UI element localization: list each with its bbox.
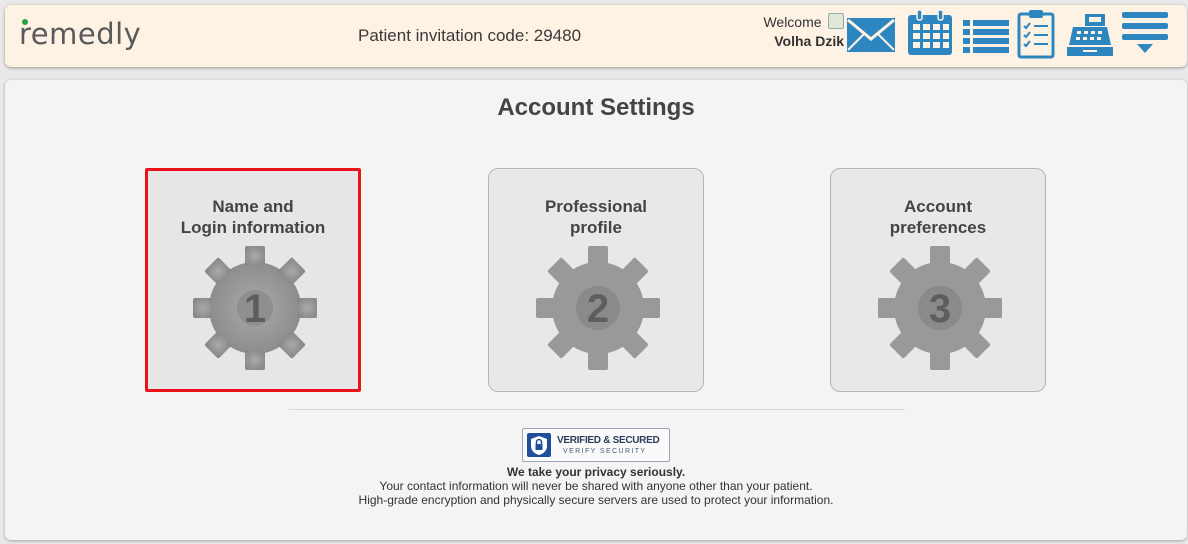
list-icon[interactable] [963,19,1009,55]
user-name: Volha Dzik [774,33,844,49]
badge-sub-text: VERIFY SECURITY [563,448,647,455]
gear-icon: 3 [875,243,1005,378]
privacy-line2: High-grade encryption and physically sec… [358,493,834,507]
menu-icon[interactable] [1122,11,1168,55]
cash-register-icon[interactable] [1065,13,1115,57]
welcome-label: Welcome [763,14,822,30]
card-title: Professional profile [489,196,703,238]
card-title-line1: Name and [212,197,294,216]
card-title-line2: profile [570,218,622,237]
mail-icon[interactable] [846,17,896,53]
verified-secured-badge[interactable]: VERIFIED & SECURED VERIFY SECURITY [522,428,670,462]
logo-dot [22,19,28,25]
invitation-code: Patient invitation code: 29480 [358,26,582,45]
card-name-login-information[interactable]: Name and Login information 1 [145,168,361,392]
card-title-line2: preferences [889,218,987,237]
privacy-heading: We take your privacy seriously. [506,465,686,479]
page-title: Account Settings [497,94,695,121]
card-title-line1: Professional [544,197,648,216]
card-account-preferences[interactable]: Account preferences 3 [830,168,1046,392]
top-header: remedly Patient invitation code: 29480 W… [5,5,1187,67]
calendar-icon[interactable] [906,9,954,57]
welcome-block: Welcome Volha Dzik [734,13,844,49]
card-title: Name and Login information [148,196,358,238]
avatar[interactable] [828,13,844,29]
card-title-line2: Login information [180,218,326,237]
privacy-line1: Your contact information will never be s… [379,479,813,493]
checklist-icon[interactable] [1017,9,1055,59]
card-title-line1: Account [904,197,972,216]
card-number: 2 [587,287,609,331]
gear-icon: 1 [190,243,320,378]
card-number: 1 [244,287,266,331]
logo-text: remedly [19,17,142,51]
card-title: Account preferences [831,196,1045,238]
card-number: 3 [929,287,951,331]
privacy-notice: We take your privacy seriously. Your con… [5,465,1187,507]
lock-icon [527,433,551,457]
card-professional-profile[interactable]: Professional profile 2 [488,168,704,392]
account-settings-panel: Account Settings Name and Login informat… [5,80,1187,540]
divider [289,409,905,410]
gear-icon: 2 [533,243,663,378]
badge-main-text: VERIFIED & SECURED [557,435,660,446]
remedly-logo[interactable]: remedly [19,17,141,51]
